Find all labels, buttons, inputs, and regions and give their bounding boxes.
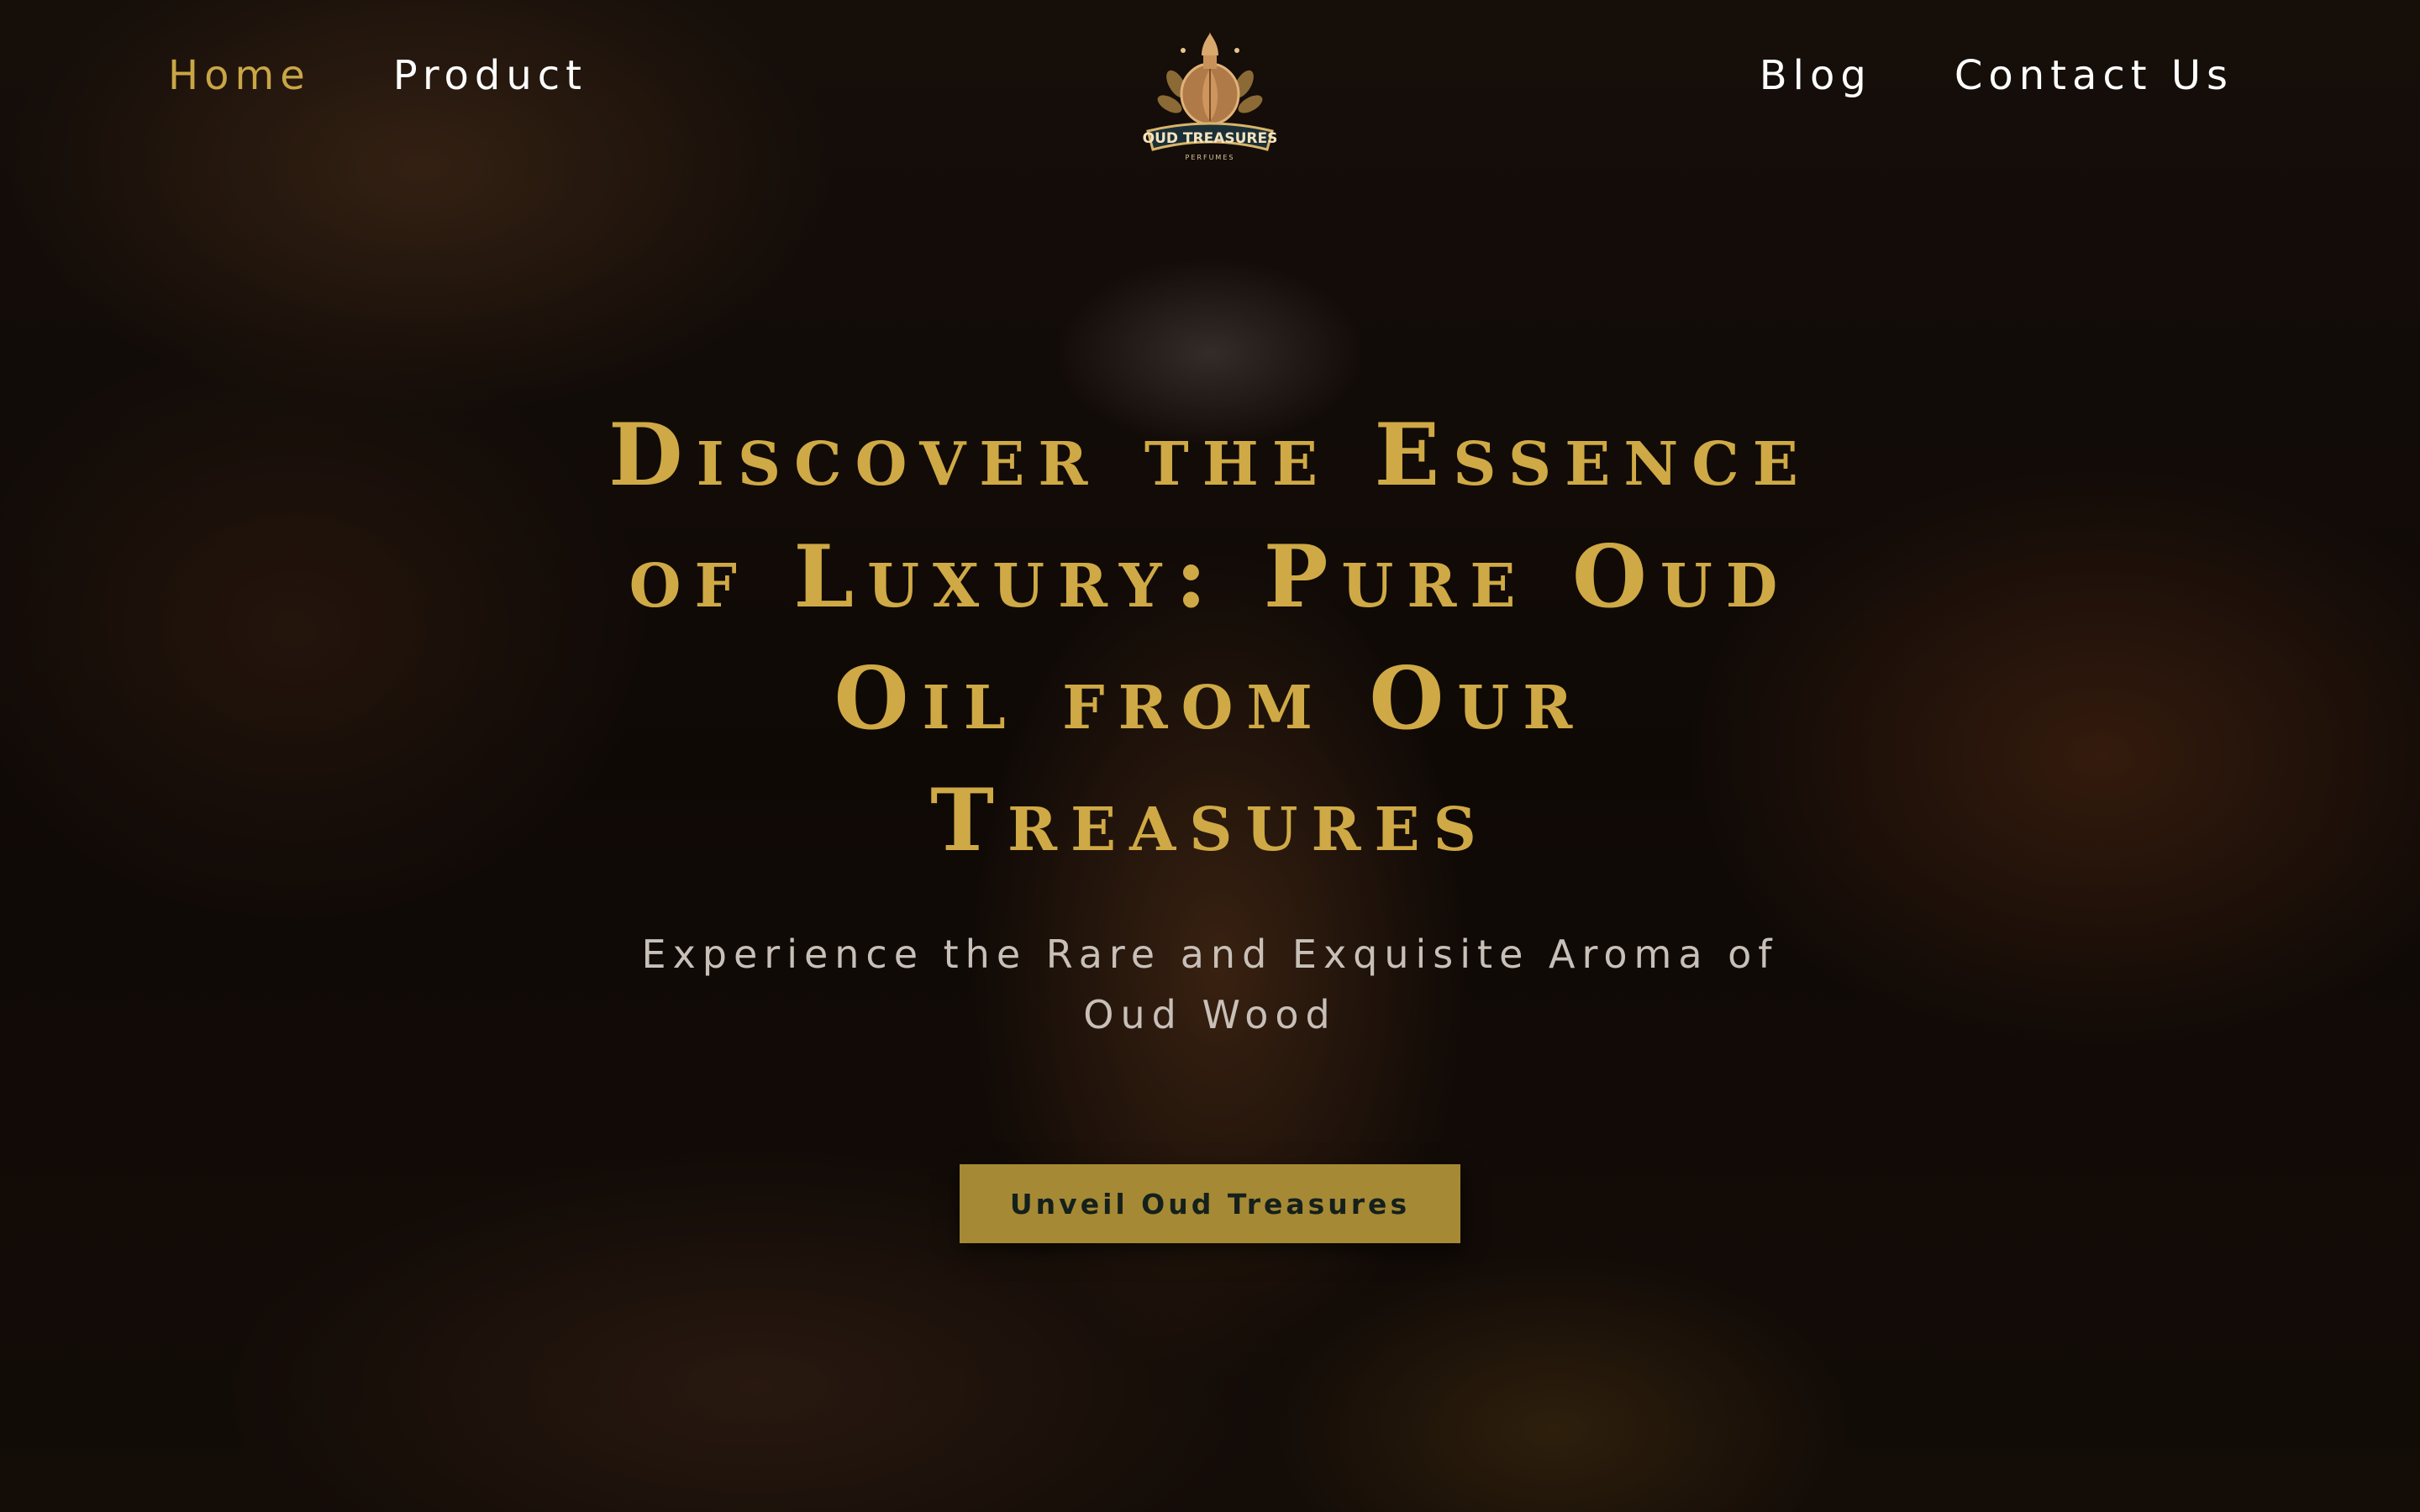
nav-link-contact-us[interactable]: Contact Us <box>1954 52 2233 99</box>
hero-section: Home Product OUD TREASURES PERFUMES Blog… <box>0 0 2420 1512</box>
hero-headline: Discover the Essence of Luxury: Pure Oud… <box>608 405 1812 871</box>
brand-logo[interactable]: OUD TREASURES PERFUMES <box>1141 17 1279 168</box>
unveil-oud-treasures-button[interactable]: Unveil Oud Treasures <box>960 1164 1460 1243</box>
nav-link-home[interactable]: Home <box>168 52 311 99</box>
logo-brand-text: OUD TREASURES <box>1143 130 1278 147</box>
primary-nav-right: Blog Contact Us <box>1760 52 2233 99</box>
hero-subheadline: Experience the Rare and Exquisite Aroma … <box>641 932 1779 1037</box>
primary-nav-left: Home Product <box>168 52 587 99</box>
nav-link-product[interactable]: Product <box>393 52 587 99</box>
logo-emblem-icon: OUD TREASURES PERFUMES <box>1143 32 1278 161</box>
logo-tagline-text: PERFUMES <box>1186 154 1235 161</box>
nav-link-blog[interactable]: Blog <box>1760 52 1872 99</box>
